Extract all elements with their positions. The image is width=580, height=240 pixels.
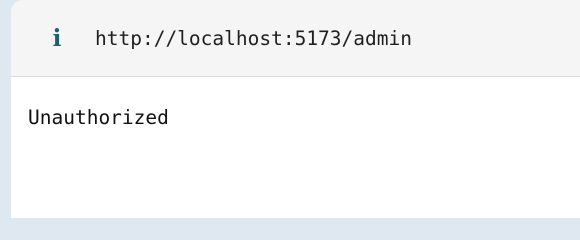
info-icon[interactable]: i <box>49 26 65 50</box>
page-message: Unauthorized <box>28 106 169 129</box>
address-bar[interactable]: i http://localhost:5173/admin <box>11 0 580 77</box>
url-text[interactable]: http://localhost:5173/admin <box>95 27 412 51</box>
browser-window: i http://localhost:5173/admin Unauthoriz… <box>11 0 580 218</box>
